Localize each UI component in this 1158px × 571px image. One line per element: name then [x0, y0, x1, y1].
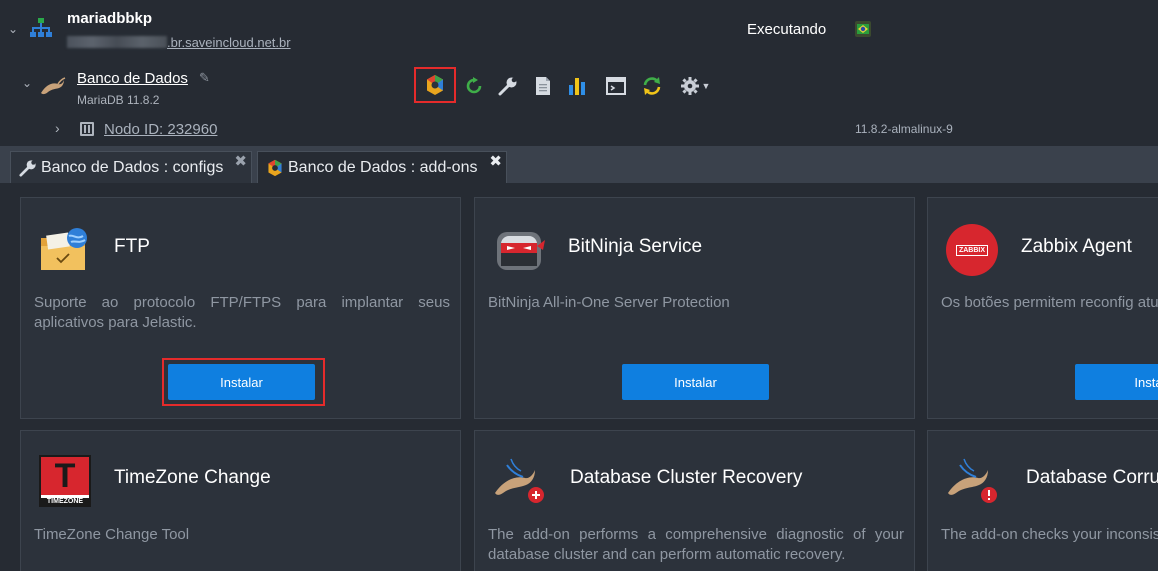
addon-title: Database Cluster Recovery — [570, 467, 803, 488]
addon-card-bitninja: BitNinja Service BitNinja All-in-One Ser… — [474, 197, 915, 419]
node-group-name[interactable]: Banco de Dados — [77, 70, 188, 87]
add-ons-button[interactable] — [414, 67, 456, 103]
tab-add-ons-label: Banco de Dados : add-ons — [288, 158, 478, 176]
environment-row[interactable]: ⌄ mariadbbkp .br.saveincloud.net.br Exec… — [0, 0, 1158, 62]
wrench-icon — [498, 77, 517, 96]
timezone-icon: T TIMEZONE — [39, 455, 91, 507]
settings-dropdown-button[interactable]: ▼ — [675, 70, 715, 102]
ftp-folder-icon — [41, 228, 87, 270]
collapse-node-group-chevron-icon[interactable]: ⌄ — [22, 76, 32, 90]
bitninja-icon — [497, 232, 545, 270]
addon-description: TimeZone Change Tool — [34, 526, 190, 543]
install-bitninja-button[interactable]: Instalar — [622, 364, 769, 400]
addon-card-corruption-diagnostic: Database Corru The add-on checks your in… — [927, 430, 1158, 571]
collapse-environment-chevron-icon[interactable]: ⌄ — [8, 22, 18, 36]
log-file-icon — [536, 77, 550, 95]
addon-title: BitNinja Service — [568, 236, 703, 257]
environment-domain-text: .br.saveincloud.net.br — [167, 35, 291, 50]
node-version: 11.8.2-almalinux-9 — [855, 122, 953, 136]
timezone-t-glyph: T — [41, 457, 89, 495]
addon-card-timezone: T TIMEZONE TimeZone Change TimeZone Chan… — [20, 430, 461, 571]
region-flag-icon — [855, 21, 871, 37]
addon-title: Zabbix Agent — [1021, 236, 1132, 257]
statistics-icon — [569, 78, 585, 95]
environment-topology-icon — [30, 18, 52, 37]
addon-description: BitNinja All-in-One Server Protection — [488, 294, 730, 311]
addon-card-zabbix: ZABBIX Zabbix Agent Os botões permitem r… — [927, 197, 1158, 419]
wrench-icon — [19, 159, 36, 177]
addon-title: FTP — [114, 236, 150, 257]
close-icon[interactable]: ✖ — [489, 152, 502, 170]
environment-status: Executando — [747, 21, 827, 38]
mariadb-corruption-icon — [948, 458, 997, 503]
addon-description: Suporte ao protocolo FTP/FTPS para impla… — [34, 294, 450, 331]
tab-configs-label: Banco de Dados : configs — [41, 158, 224, 176]
config-button[interactable] — [493, 70, 523, 102]
environment-domain-link[interactable]: .br.saveincloud.net.br — [67, 35, 291, 50]
redeploy-icon — [643, 77, 661, 95]
node-server-icon — [80, 122, 94, 136]
addon-description: The add-on checks your inconsistent data… — [941, 526, 1158, 543]
mariadb-seal-icon — [41, 77, 66, 95]
close-icon[interactable]: ✖ — [234, 152, 247, 170]
add-ons-icon — [268, 159, 282, 176]
addon-title: TimeZone Change — [114, 467, 271, 488]
tab-configs[interactable]: Banco de Dados : configs ✖ — [10, 151, 252, 183]
addon-title: Database Corru — [1026, 467, 1158, 488]
redacted-domain-prefix — [67, 36, 167, 48]
app-root: ⌄ mariadbbkp .br.saveincloud.net.br Exec… — [0, 0, 1158, 571]
environment-name[interactable]: mariadbbkp — [67, 10, 152, 27]
log-button[interactable] — [528, 70, 558, 102]
chevron-down-icon: ▼ — [701, 81, 711, 91]
add-ons-panel: FTP Suporte ao protocolo FTP/FTPS para i… — [0, 183, 1158, 571]
addon-description: Os botões permitem reconfig atualizá-lo — [941, 294, 1158, 311]
expand-node-chevron-icon[interactable]: › — [55, 120, 60, 136]
edit-pencil-icon[interactable]: ✎ — [199, 70, 210, 86]
add-ons-icon — [427, 75, 443, 95]
gear-icon — [680, 77, 699, 95]
restart-icon — [466, 77, 482, 94]
zabbix-icon: ZABBIX — [946, 224, 998, 276]
web-ssh-terminal-icon — [606, 77, 626, 95]
addon-card-cluster-recovery: Database Cluster Recovery The add-on per… — [474, 430, 915, 571]
mariadb-recovery-icon — [495, 458, 544, 503]
statistics-button[interactable] — [562, 70, 592, 102]
addon-card-ftp: FTP Suporte ao protocolo FTP/FTPS para i… — [20, 197, 461, 419]
tab-add-ons[interactable]: Banco de Dados : add-ons ✖ — [257, 151, 507, 183]
redeploy-button[interactable] — [637, 70, 667, 102]
addon-description: The add-on performs a comprehensive diag… — [488, 526, 904, 563]
timezone-logo-text: TIMEZONE — [41, 498, 89, 505]
install-ftp-button[interactable]: Instalar — [168, 364, 315, 400]
install-zabbix-button[interactable]: Insta — [1075, 364, 1158, 400]
restart-button[interactable] — [459, 70, 489, 102]
node-id-link[interactable]: Nodo ID: 232960 — [104, 121, 217, 138]
zabbix-logo-text: ZABBIX — [955, 244, 989, 256]
node-group-version: MariaDB 11.8.2 — [77, 93, 160, 107]
web-ssh-button[interactable] — [601, 70, 631, 102]
